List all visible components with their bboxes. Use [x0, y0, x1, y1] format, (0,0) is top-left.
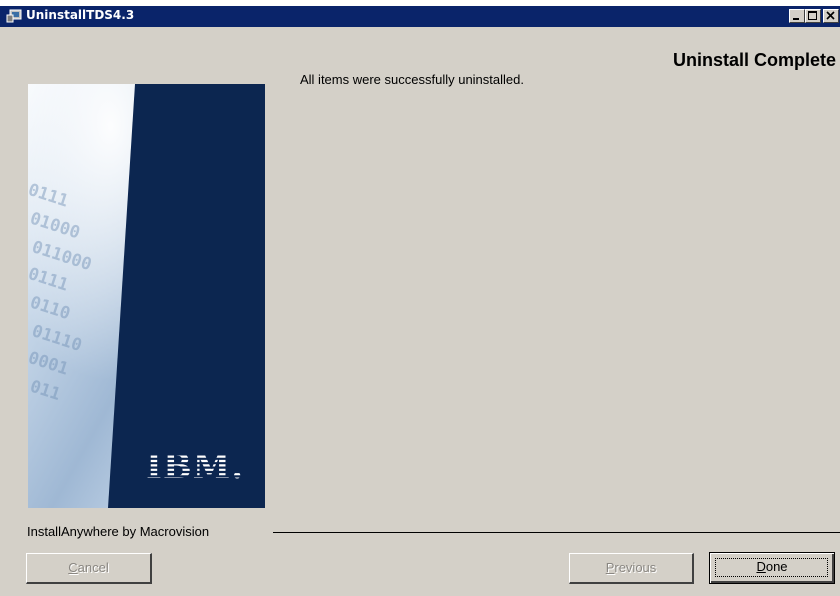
side-banner-image: 01110100001100001110110011100001011 IBM.	[28, 84, 265, 508]
maximize-icon	[808, 11, 817, 20]
status-message: All items were successfully uninstalled.	[300, 72, 524, 87]
close-icon	[826, 11, 835, 20]
cancel-mnemonic: C	[68, 560, 78, 575]
title-bar[interactable]: UninstallTDS4.3	[0, 0, 840, 27]
window-title: UninstallTDS4.3	[26, 8, 135, 22]
ibm-logo: IBM.	[142, 447, 250, 487]
banner-graphic: 01110100001100001110110011100001011 IBM.	[28, 84, 265, 508]
close-button[interactable]	[823, 9, 839, 23]
cancel-label: ancel	[77, 560, 109, 575]
page-title: Uninstall Complete	[672, 50, 836, 70]
previous-label: revious	[614, 560, 657, 575]
previous-button[interactable]: Previous	[569, 553, 694, 584]
done-button[interactable]: Done	[709, 552, 835, 584]
installer-icon	[6, 9, 22, 23]
footer-divider	[273, 532, 840, 533]
maximize-button[interactable]	[805, 9, 821, 23]
minimize-button[interactable]	[789, 9, 805, 23]
done-label: one	[765, 559, 788, 574]
cancel-button[interactable]: Cancel	[26, 553, 152, 584]
vendor-label: InstallAnywhere by Macrovision	[27, 524, 210, 539]
done-mnemonic: D	[756, 559, 766, 574]
minimize-icon	[793, 18, 799, 20]
